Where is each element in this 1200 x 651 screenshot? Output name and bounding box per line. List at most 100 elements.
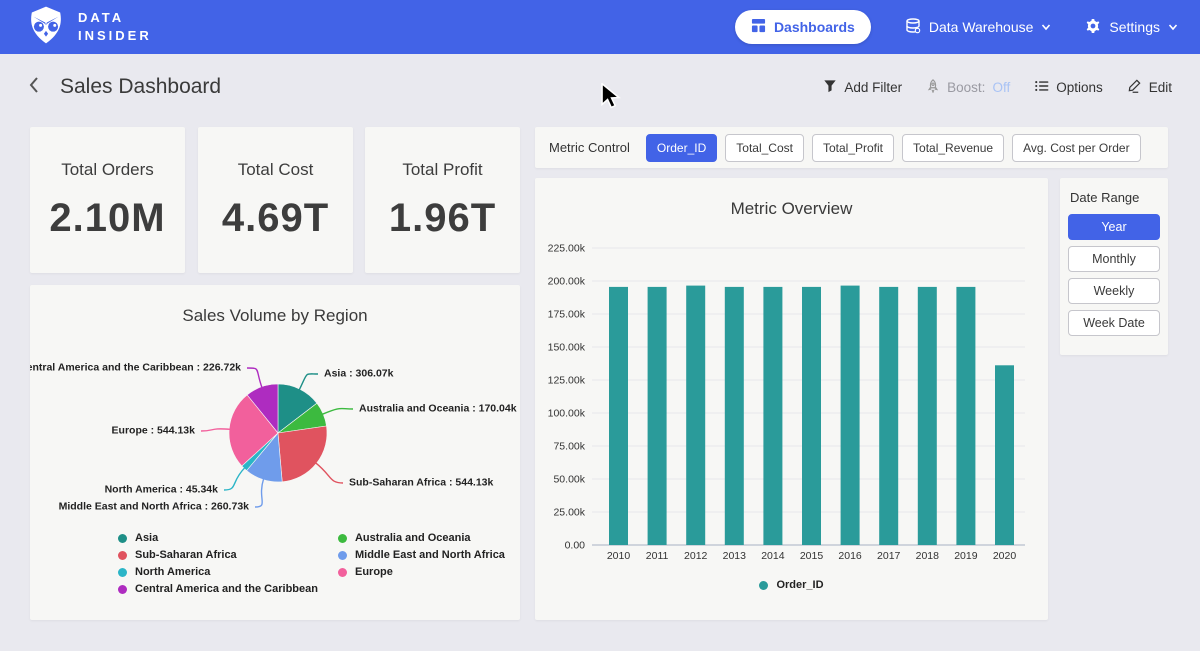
- page-title: Sales Dashboard: [60, 75, 221, 99]
- metric-option-avg-cost-per-order[interactable]: Avg. Cost per Order: [1012, 134, 1141, 162]
- x-tick-label: 2018: [916, 550, 940, 562]
- back-button[interactable]: [26, 75, 42, 100]
- y-tick-label: 0.00: [565, 540, 586, 552]
- add-filter-button[interactable]: Add Filter: [823, 79, 902, 96]
- bar-2017[interactable]: [879, 287, 898, 545]
- boost-value: Off: [992, 80, 1010, 95]
- legend-label: Middle East and North Africa: [355, 549, 505, 561]
- pie-slice-label-middle-east-and-north-africa: Middle East and North Africa : 260.73k: [59, 501, 250, 513]
- legend-item-asia[interactable]: Asia: [118, 532, 318, 544]
- bar-2012[interactable]: [686, 286, 705, 545]
- pie-leader-line: [224, 468, 245, 490]
- date-range-option-week-date[interactable]: Week Date: [1068, 310, 1160, 336]
- legend-swatch: [338, 551, 347, 560]
- x-tick-label: 2017: [877, 550, 901, 562]
- legend-swatch: [338, 534, 347, 543]
- pie-slice-label-sub-saharan-africa: Sub-Saharan Africa : 544.13k: [349, 477, 493, 489]
- x-tick-label: 2019: [954, 550, 978, 562]
- bar-2020[interactable]: [995, 365, 1014, 545]
- legend-label: Central America and the Caribbean: [135, 583, 318, 595]
- owl-logo-icon: [26, 5, 66, 50]
- bar-chart-svg[interactable]: 0.0025.00k50.00k75.00k100.00k125.00k150.…: [535, 178, 1048, 620]
- bar-2010[interactable]: [609, 287, 628, 545]
- mouse-cursor: [600, 83, 624, 109]
- metric-option-total-profit[interactable]: Total_Profit: [812, 134, 894, 162]
- x-tick-label: 2014: [761, 550, 785, 562]
- pie-slice-label-central-america-and-the-caribbean: Central America and the Caribbean : 226.…: [30, 362, 241, 374]
- legend-item-sub-saharan-africa[interactable]: Sub-Saharan Africa: [118, 549, 318, 561]
- edit-label: Edit: [1149, 80, 1172, 95]
- metric-option-total-revenue[interactable]: Total_Revenue: [902, 134, 1004, 162]
- x-tick-label: 2016: [838, 550, 862, 562]
- pie-slice-label-australia-and-oceania: Australia and Oceania : 170.04k: [359, 403, 517, 415]
- kpi-value: 1.96T: [389, 196, 496, 241]
- kpi-card-total-orders: Total Orders 2.10M: [30, 127, 185, 273]
- nav-data-warehouse[interactable]: Data Warehouse: [905, 18, 1052, 37]
- metric-option-total-cost[interactable]: Total_Cost: [725, 134, 804, 162]
- metric-option-order-id[interactable]: Order_ID: [646, 134, 717, 162]
- legend-item-middle-east-and-north-africa[interactable]: Middle East and North Africa: [338, 549, 505, 561]
- legend-item-north-america[interactable]: North America: [118, 566, 318, 578]
- y-tick-label: 25.00k: [553, 507, 585, 519]
- filter-funnel-icon: [823, 79, 837, 96]
- date-range-option-year[interactable]: Year: [1068, 214, 1160, 240]
- nav-data-warehouse-label: Data Warehouse: [929, 19, 1034, 35]
- bar-2014[interactable]: [763, 287, 782, 545]
- x-tick-label: 2015: [800, 550, 824, 562]
- date-range-option-weekly[interactable]: Weekly: [1068, 278, 1160, 304]
- pie-slice-label-europe: Europe : 544.13k: [112, 425, 196, 437]
- boost-toggle[interactable]: Boost: Off: [926, 79, 1010, 96]
- pie-leader-line: [316, 463, 343, 483]
- bar-2011[interactable]: [648, 287, 667, 545]
- pie-slice-sub-saharan-africa[interactable]: [278, 426, 327, 482]
- legend-swatch: [759, 581, 768, 590]
- bar-2016[interactable]: [841, 286, 860, 545]
- legend-column: Asia Sub-Saharan Africa North America Centr…: [118, 532, 318, 595]
- kpi-card-total-profit: Total Profit 1.96T: [365, 127, 520, 273]
- options-label: Options: [1056, 80, 1103, 95]
- metric-control-buttons: Order_ID Total_Cost Total_Profit Total_Reve…: [646, 134, 1141, 162]
- chevron-down-icon: [1041, 22, 1051, 32]
- y-tick-label: 150.00k: [548, 342, 586, 354]
- kpi-value: 2.10M: [49, 196, 165, 241]
- legend-item-central-america-and-the-caribbean[interactable]: Central America and the Caribbean: [118, 583, 318, 595]
- bar-chart-card: Metric Overview 0.0025.00k50.00k75.00k10…: [535, 178, 1048, 620]
- kpi-label: Total Profit: [402, 160, 482, 180]
- legend-label: Australia and Oceania: [355, 532, 471, 544]
- legend-item-australia-and-oceania[interactable]: Australia and Oceania: [338, 532, 505, 544]
- legend-item-europe[interactable]: Europe: [338, 566, 505, 578]
- add-filter-label: Add Filter: [844, 80, 902, 95]
- kpi-card-total-cost: Total Cost 4.69T: [198, 127, 353, 273]
- pie-leader-line: [247, 368, 262, 388]
- bar-2013[interactable]: [725, 287, 744, 545]
- legend-label: Order_ID: [776, 579, 823, 591]
- metric-control-label: Metric Control: [549, 140, 630, 155]
- legend-swatch: [118, 568, 127, 577]
- legend-label: Europe: [355, 566, 393, 578]
- pie-leader-line: [322, 409, 353, 415]
- x-tick-label: 2011: [646, 550, 669, 562]
- nav-settings[interactable]: Settings: [1085, 18, 1178, 37]
- bar-2015[interactable]: [802, 287, 821, 545]
- date-range-option-monthly[interactable]: Monthly: [1068, 246, 1160, 272]
- kpi-value: 4.69T: [222, 196, 329, 241]
- edit-button[interactable]: Edit: [1127, 78, 1172, 96]
- legend-label: Sub-Saharan Africa: [135, 549, 237, 561]
- pie-slice-label-asia: Asia : 306.07k: [324, 368, 394, 380]
- legend-swatch: [338, 568, 347, 577]
- list-options-icon: [1034, 79, 1049, 96]
- kpi-label: Total Orders: [61, 160, 154, 180]
- bar-2019[interactable]: [956, 287, 975, 545]
- nav-dashboards-label: Dashboards: [774, 19, 855, 35]
- pencil-icon: [1127, 78, 1142, 96]
- x-tick-label: 2012: [684, 550, 708, 562]
- legend-swatch: [118, 534, 127, 543]
- brand[interactable]: DATA INSIDER: [26, 5, 152, 50]
- y-tick-label: 50.00k: [553, 474, 585, 486]
- gear-icon: [1085, 18, 1101, 37]
- bar-2018[interactable]: [918, 287, 937, 545]
- nav-dashboards-button[interactable]: Dashboards: [735, 10, 871, 44]
- date-range-buttons: Year Monthly Weekly Week Date: [1068, 214, 1160, 336]
- options-button[interactable]: Options: [1034, 79, 1103, 96]
- legend-swatch: [118, 551, 127, 560]
